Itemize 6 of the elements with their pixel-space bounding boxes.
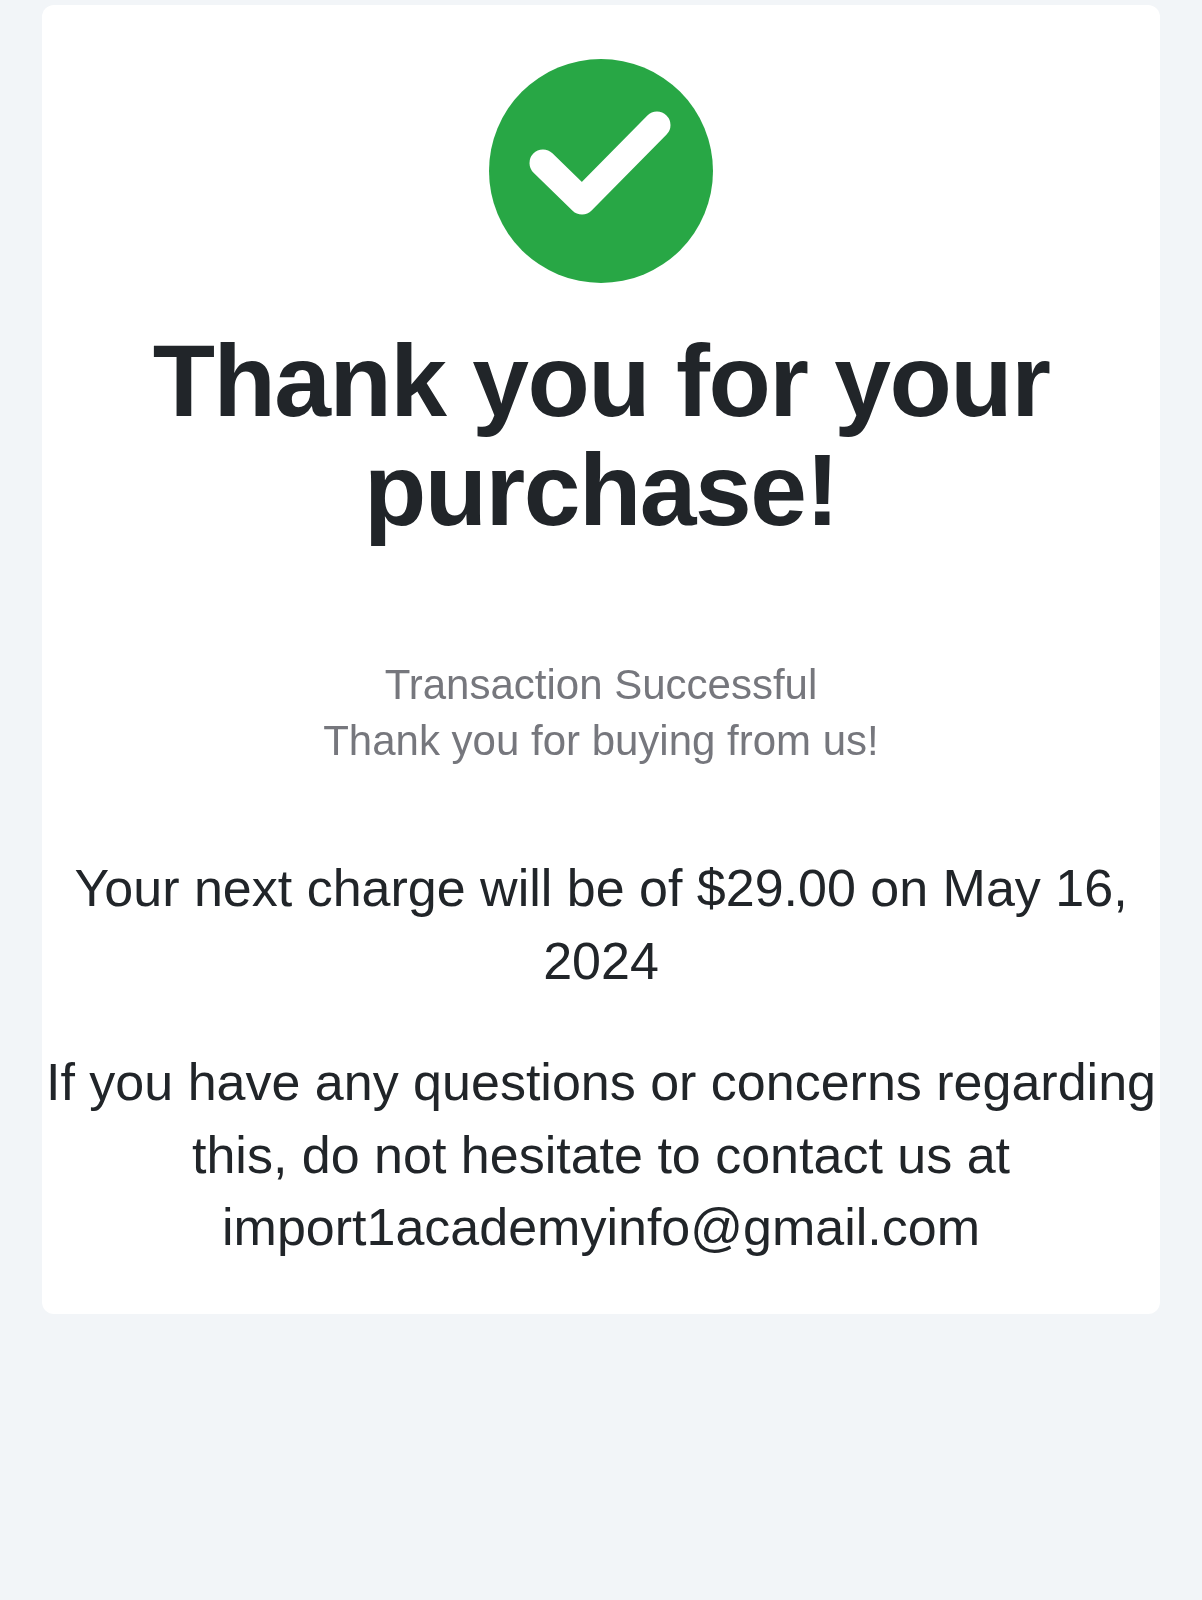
status-title: Transaction Successful [384,660,818,711]
next-charge-text: Your next charge will be of $29.00 on May 16, 2024 [73,858,1129,992]
heading: Thank you for your purchase! [151,327,1051,546]
check-circle-icon [489,59,713,283]
contact-text: If you have any questions or concerns regarding this, do not hesitate to contact us at import1academyinfo@gmail.com [46,1051,1156,1259]
status-message: Thank you for buying from us! [323,715,879,766]
